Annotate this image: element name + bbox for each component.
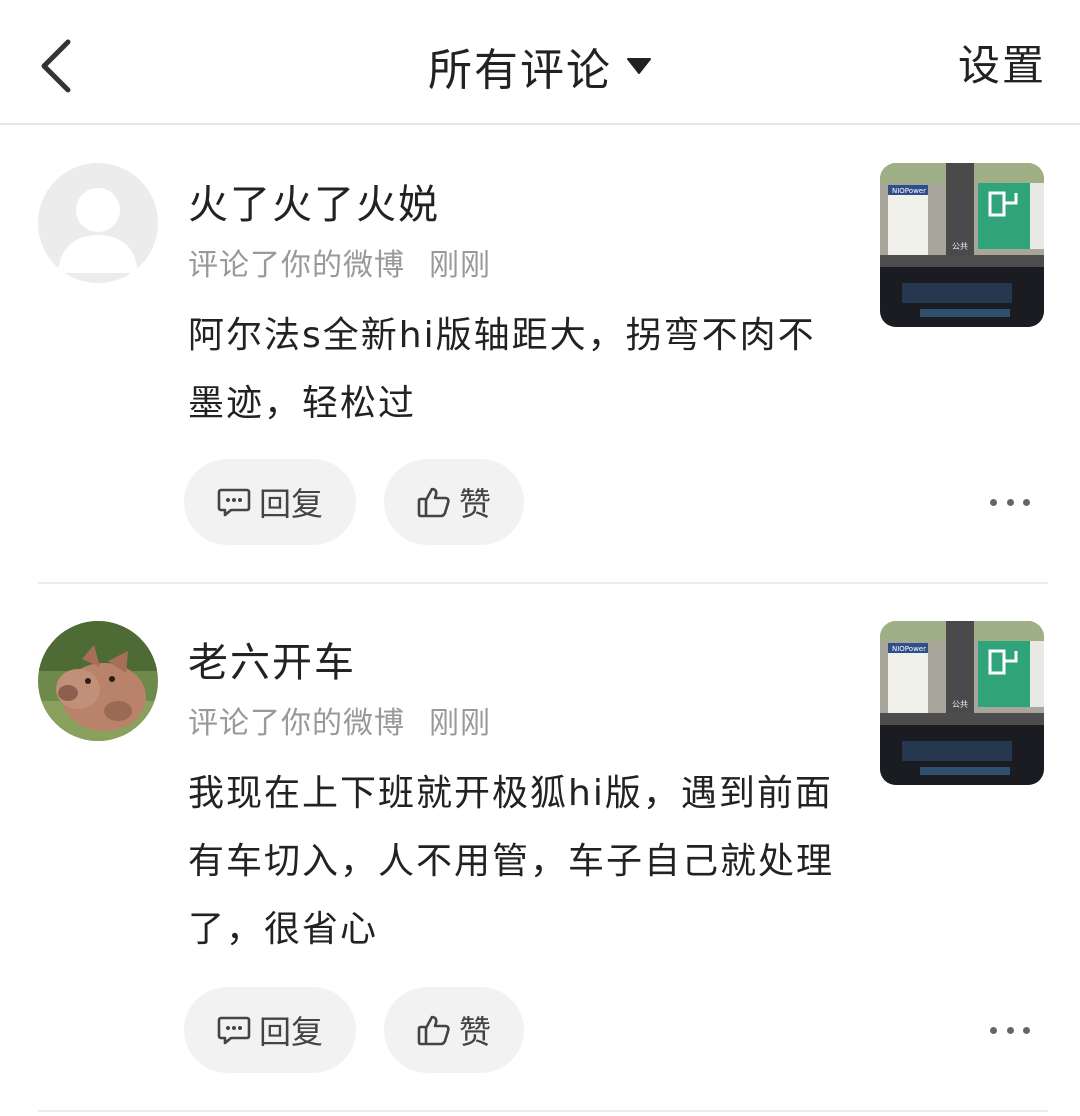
comment-bubble-icon xyxy=(217,1015,251,1045)
reply-button[interactable]: 回复 xyxy=(184,987,356,1073)
thumbs-up-icon xyxy=(417,1014,451,1046)
avatar[interactable] xyxy=(38,163,158,283)
comment-text[interactable]: 我现在上下班就开极狐hi版，遇到前面有车切入，人不用管，车子自己就处理了，很省心 xyxy=(188,760,848,964)
divider xyxy=(38,1110,1048,1112)
more-options-icon[interactable] xyxy=(990,492,1030,512)
settings-button[interactable]: 设置 xyxy=(958,36,1046,96)
comment-action: 评论了你的微博 xyxy=(188,248,405,283)
caret-down-icon xyxy=(627,58,651,74)
avatar[interactable] xyxy=(38,621,158,741)
reply-label: 回复 xyxy=(258,485,323,523)
comment-meta: 评论了你的微博 刚刚 xyxy=(188,240,491,284)
reply-button[interactable]: 回复 xyxy=(184,459,356,545)
comment-action: 评论了你的微博 xyxy=(188,706,405,741)
svg-text:公共: 公共 xyxy=(952,242,968,251)
like-button[interactable]: 赞 xyxy=(384,459,524,545)
thumbnail-brand-text: NIOPower xyxy=(892,187,926,195)
page-title: 所有评论 xyxy=(428,45,612,96)
username[interactable]: 火了火了火娧 xyxy=(188,172,440,230)
reply-label: 回复 xyxy=(258,1013,323,1051)
comment-bubble-icon xyxy=(217,487,251,517)
post-thumbnail[interactable]: NIOPower 公共 xyxy=(880,621,1044,785)
top-bar: 所有评论 设置 xyxy=(0,0,1080,125)
thumbnail-brand-text: NIOPower xyxy=(892,645,926,653)
more-options-icon[interactable] xyxy=(990,1020,1030,1040)
animal-photo-avatar xyxy=(38,621,158,741)
comment-text[interactable]: 阿尔法s全新hi版轴距大，拐弯不肉不墨迹，轻松过 xyxy=(188,302,848,438)
timestamp: 刚刚 xyxy=(429,248,491,283)
default-avatar-icon xyxy=(38,163,158,283)
post-thumbnail[interactable]: NIOPower 公共 xyxy=(880,163,1044,327)
like-label: 赞 xyxy=(458,1013,491,1051)
timestamp: 刚刚 xyxy=(429,706,491,741)
svg-text:公共: 公共 xyxy=(952,700,968,709)
thumbs-up-icon xyxy=(417,486,451,518)
comment-meta: 评论了你的微博 刚刚 xyxy=(188,698,491,742)
comment-filter-dropdown[interactable]: 所有评论 xyxy=(0,36,1080,96)
divider xyxy=(38,582,1048,584)
like-button[interactable]: 赞 xyxy=(384,987,524,1073)
username[interactable]: 老六开车 xyxy=(188,630,356,688)
like-label: 赞 xyxy=(458,485,491,523)
